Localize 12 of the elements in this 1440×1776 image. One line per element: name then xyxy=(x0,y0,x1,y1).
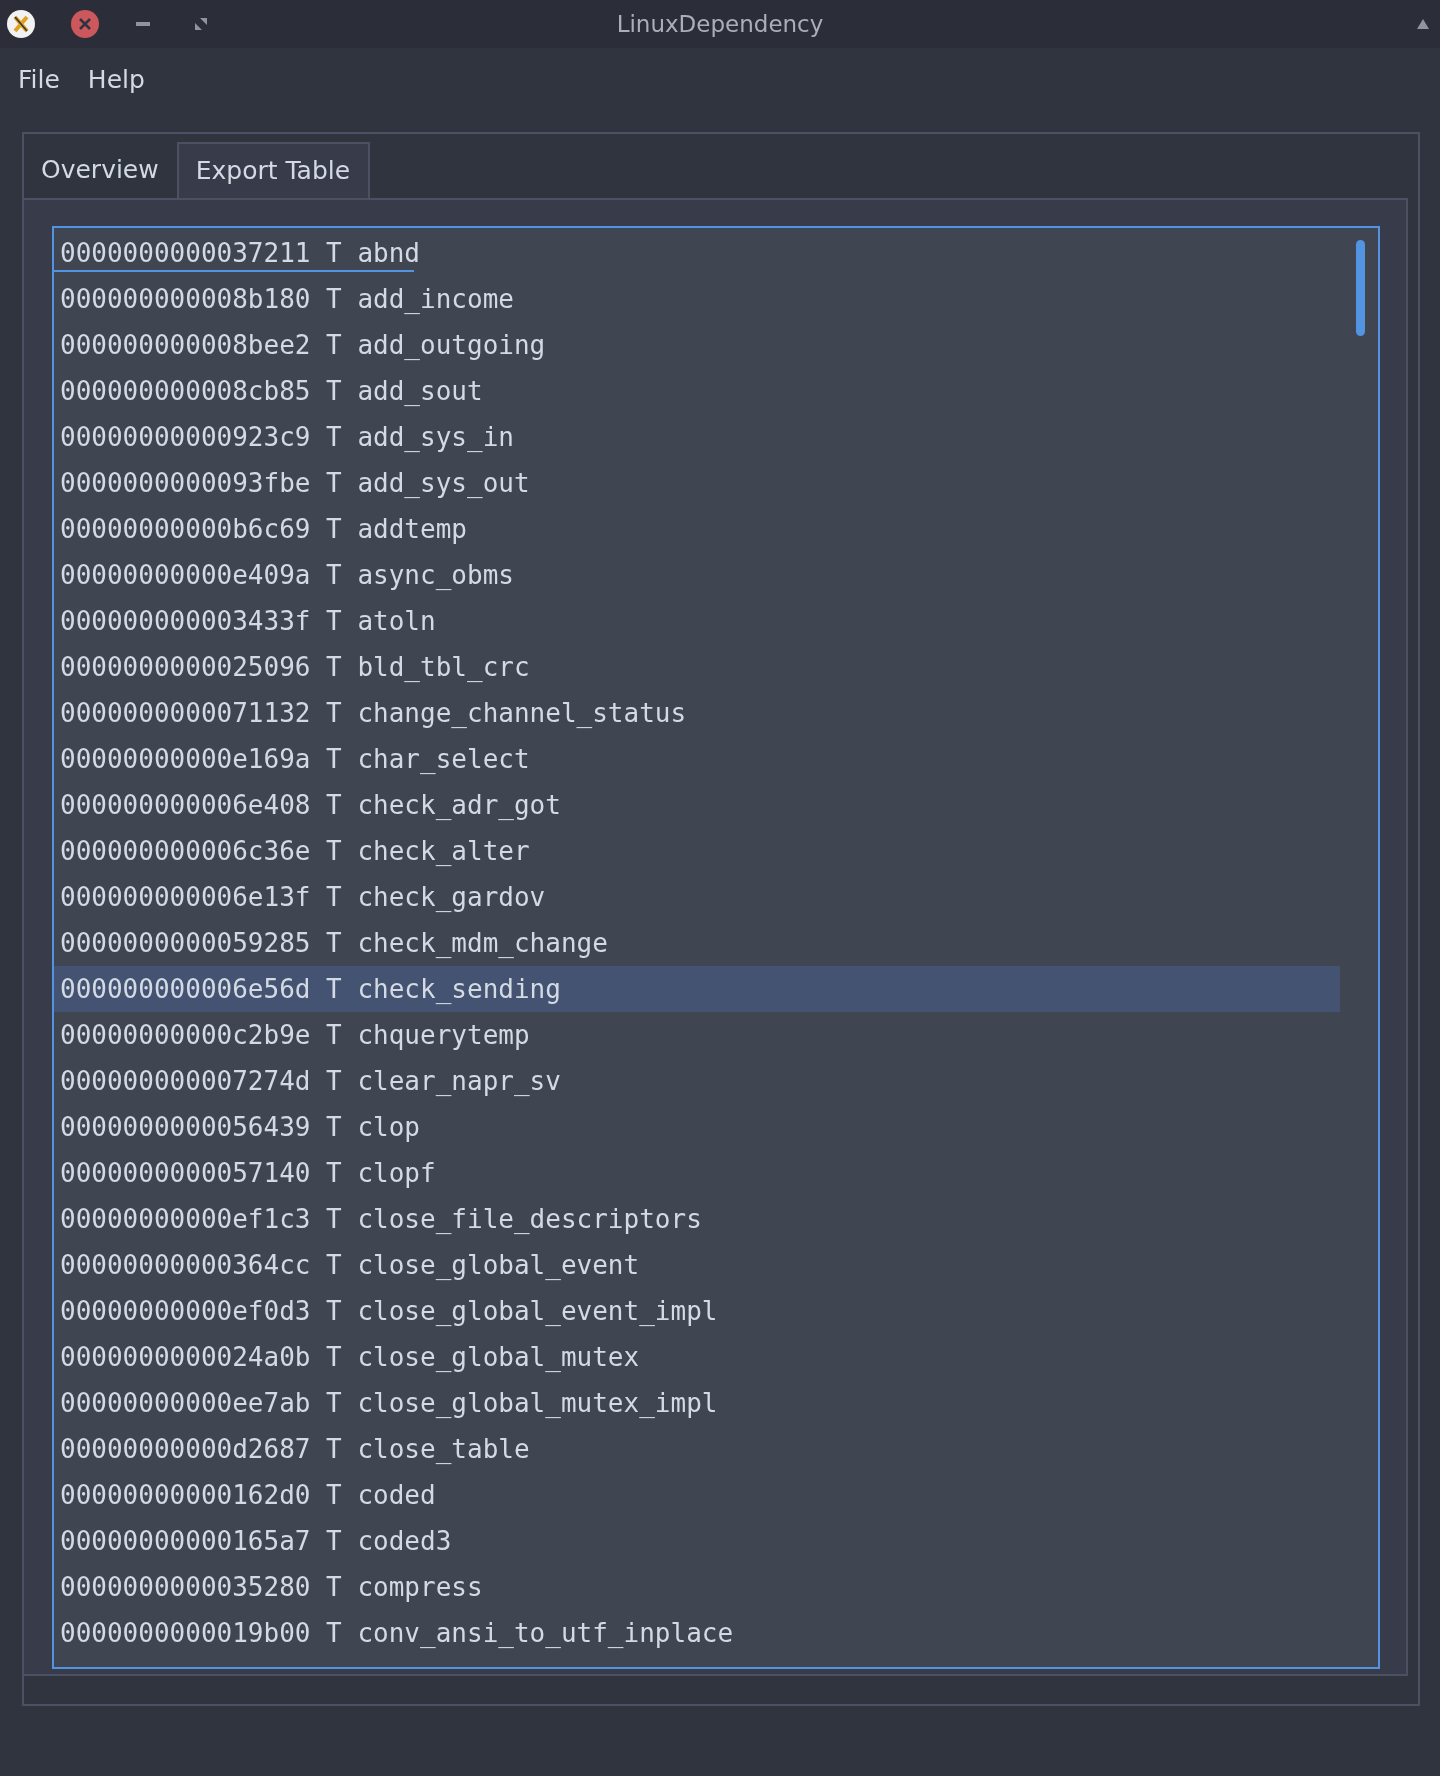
menu-item[interactable]: File xyxy=(8,60,70,98)
triangle-up-icon[interactable] xyxy=(1416,18,1430,30)
tab[interactable]: Export Table xyxy=(176,142,371,198)
app-icon[interactable] xyxy=(6,9,36,39)
menu-item[interactable]: Help xyxy=(77,60,155,98)
list-item[interactable]: 000000000006e56d T check_sending xyxy=(54,966,1340,1012)
close-icon[interactable] xyxy=(70,9,100,39)
window-title: LinuxDependency xyxy=(616,11,824,37)
minimize-icon[interactable] xyxy=(136,21,150,27)
scrollbar-thumb[interactable] xyxy=(1356,240,1365,336)
tab[interactable]: Overview xyxy=(24,142,177,198)
maximize-icon[interactable] xyxy=(194,17,208,31)
